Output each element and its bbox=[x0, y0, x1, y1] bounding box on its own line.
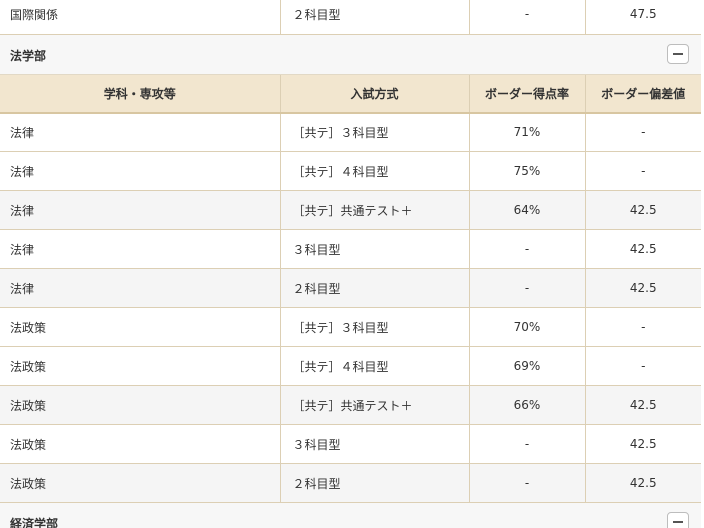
dept-cell: 法律 bbox=[0, 190, 280, 230]
method-cell: ［共テ］共通テスト＋ bbox=[279, 385, 469, 425]
table-row: 法政策 ［共テ］３科目型 70% - bbox=[0, 307, 701, 347]
dept-cell: 法政策 bbox=[0, 346, 280, 386]
rate-cell: 66% bbox=[468, 385, 585, 425]
faculty-title: 法学部 bbox=[10, 48, 47, 63]
header-rate: ボーダー得点率 bbox=[468, 74, 585, 114]
rate-cell: - bbox=[468, 229, 585, 269]
hensa-cell: - bbox=[584, 112, 701, 152]
method-cell: ３科目型 bbox=[279, 229, 469, 269]
dept-cell: 法政策 bbox=[0, 385, 280, 425]
method-cell: ［共テ］４科目型 bbox=[279, 346, 469, 386]
method-cell: ３科目型 bbox=[279, 424, 469, 464]
table-row: 法政策 ２科目型 - 42.5 bbox=[0, 463, 701, 503]
table-row: 法律 ［共テ］４科目型 75% - bbox=[0, 151, 701, 191]
header-hensa: ボーダー偏差値 bbox=[584, 74, 701, 114]
faculty-header-economics[interactable]: 経済学部 bbox=[0, 503, 701, 528]
rate-cell: 71% bbox=[468, 112, 585, 152]
hensa-cell: - bbox=[584, 346, 701, 386]
rate-cell: 64% bbox=[468, 190, 585, 230]
table-header-row: 学科・専攻等 入試方式 ボーダー得点率 ボーダー偏差値 bbox=[0, 74, 701, 114]
rate-cell: - bbox=[468, 463, 585, 503]
table-row: 法律 ［共テ］共通テスト＋ 64% 42.5 bbox=[0, 190, 701, 230]
hensa-cell: 42.5 bbox=[584, 190, 701, 230]
method-cell: ［共テ］４科目型 bbox=[279, 151, 469, 191]
table-row: 法政策 ３科目型 - 42.5 bbox=[0, 424, 701, 464]
header-method: 入試方式 bbox=[279, 74, 469, 114]
rate-cell: - bbox=[468, 0, 585, 35]
rate-cell: 69% bbox=[468, 346, 585, 386]
method-cell: ２科目型 bbox=[279, 463, 469, 503]
dept-cell: 法律 bbox=[0, 229, 280, 269]
table-row: 法律 ２科目型 - 42.5 bbox=[0, 268, 701, 308]
table-row: 国際関係 ２科目型 - 47.5 bbox=[0, 0, 701, 35]
previous-faculty-table: 国際関係 ２科目型 - 47.5 bbox=[0, 0, 701, 35]
faculty-header-law[interactable]: 法学部 bbox=[0, 34, 701, 75]
table-row: 法律 ［共テ］３科目型 71% - bbox=[0, 112, 701, 152]
rate-cell: - bbox=[468, 424, 585, 464]
rate-cell: - bbox=[468, 268, 585, 308]
dept-cell: 国際関係 bbox=[0, 0, 280, 35]
hensa-cell: - bbox=[584, 307, 701, 347]
hensa-cell: 42.5 bbox=[584, 424, 701, 464]
hensa-cell: - bbox=[584, 151, 701, 191]
minus-icon bbox=[673, 52, 683, 55]
method-cell: ２科目型 bbox=[279, 0, 469, 35]
dept-cell: 法律 bbox=[0, 151, 280, 191]
collapse-button[interactable] bbox=[667, 43, 689, 64]
dept-cell: 法政策 bbox=[0, 424, 280, 464]
header-dept: 学科・専攻等 bbox=[0, 74, 280, 114]
hensa-cell: 42.5 bbox=[584, 463, 701, 503]
dept-cell: 法政策 bbox=[0, 307, 280, 347]
table-row: 法政策 ［共テ］４科目型 69% - bbox=[0, 346, 701, 386]
dept-cell: 法律 bbox=[0, 112, 280, 152]
dept-cell: 法政策 bbox=[0, 463, 280, 503]
rate-cell: 70% bbox=[468, 307, 585, 347]
table-row: 法律 ３科目型 - 42.5 bbox=[0, 229, 701, 269]
hensa-cell: 42.5 bbox=[584, 268, 701, 308]
law-faculty-table: 学科・専攻等 入試方式 ボーダー得点率 ボーダー偏差値 法律 ［共テ］３科目型 … bbox=[0, 74, 701, 503]
hensa-cell: 42.5 bbox=[584, 385, 701, 425]
method-cell: ［共テ］３科目型 bbox=[279, 307, 469, 347]
dept-cell: 法律 bbox=[0, 268, 280, 308]
hensa-cell: 42.5 bbox=[584, 229, 701, 269]
table-row: 法政策 ［共テ］共通テスト＋ 66% 42.5 bbox=[0, 385, 701, 425]
collapse-button[interactable] bbox=[667, 512, 689, 528]
hensa-cell: 47.5 bbox=[584, 0, 701, 35]
method-cell: ２科目型 bbox=[279, 268, 469, 308]
method-cell: ［共テ］共通テスト＋ bbox=[279, 190, 469, 230]
minus-icon bbox=[673, 521, 683, 523]
rate-cell: 75% bbox=[468, 151, 585, 191]
faculty-title: 経済学部 bbox=[10, 517, 59, 528]
method-cell: ［共テ］３科目型 bbox=[279, 112, 469, 152]
results-table-container: 国際関係 ２科目型 - 47.5 法学部 学科・専攻等 入試方式 ボーダー得点率… bbox=[0, 0, 701, 528]
